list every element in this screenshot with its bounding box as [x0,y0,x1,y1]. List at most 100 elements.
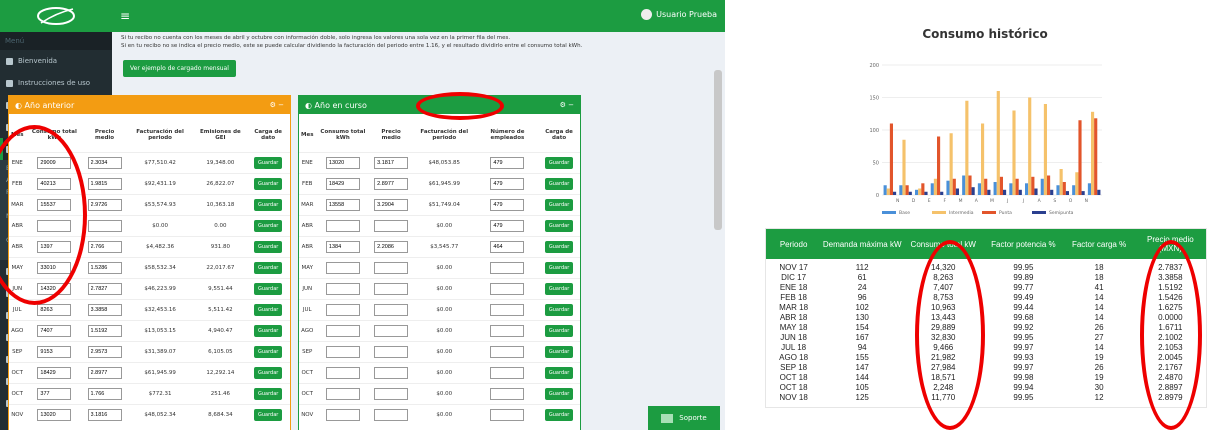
employees-input[interactable] [490,219,525,232]
price-input[interactable] [87,198,122,211]
consumption-input[interactable] [325,156,360,169]
consumption-input[interactable] [37,324,72,337]
panel-tools[interactable]: ⚙ − [270,101,284,109]
panel-tools[interactable]: ⚙ − [560,101,574,109]
price-input[interactable] [374,198,409,211]
employees-input[interactable] [490,177,525,190]
consumption-input[interactable] [325,198,360,211]
price-input[interactable] [87,345,122,358]
save-button[interactable]: Guardar [544,324,574,337]
save-button[interactable]: Guardar [253,366,283,379]
consumption-input[interactable] [37,303,72,316]
price-input[interactable] [374,303,409,316]
save-button[interactable]: Guardar [544,261,574,274]
save-button[interactable]: Guardar [253,282,283,295]
consumption-input[interactable] [37,408,72,421]
employees-input[interactable] [490,198,525,211]
consumption-input[interactable] [325,219,360,232]
consumption-input[interactable] [325,408,360,421]
price-input[interactable] [87,219,122,232]
price-input[interactable] [87,177,122,190]
consumption-input[interactable] [325,240,360,253]
sidebar-item[interactable]: Bienvenida [0,50,112,72]
table-cell: ENE 18 [779,283,808,292]
price-input[interactable] [374,261,409,274]
scrollbar[interactable] [714,70,722,230]
save-button[interactable]: Guardar [253,261,283,274]
y-tick-label: 150 [869,96,879,102]
price-input[interactable] [374,345,409,358]
leaf-logo-icon [37,7,75,25]
price-input[interactable] [87,261,122,274]
save-button[interactable]: Guardar [253,177,283,190]
user-menu[interactable]: Usuario Prueba [641,9,717,20]
consumption-input[interactable] [325,345,360,358]
employees-input[interactable] [490,240,525,253]
price-input[interactable] [374,177,409,190]
employees-input[interactable] [490,366,525,379]
support-button[interactable]: Soporte [648,406,720,430]
employees-input[interactable] [490,408,525,421]
bar [1091,111,1095,195]
price-input[interactable] [87,156,122,169]
consumption-input[interactable] [37,387,72,400]
save-button[interactable]: Guardar [253,345,283,358]
price-input[interactable] [87,366,122,379]
save-button[interactable]: Guardar [253,408,283,421]
bar [1040,178,1044,195]
save-button[interactable]: Guardar [544,198,574,211]
consumption-input[interactable] [325,282,360,295]
consumption-input[interactable] [325,324,360,337]
save-button[interactable]: Guardar [253,324,283,337]
save-button[interactable]: Guardar [544,156,574,169]
employees-input[interactable] [490,261,525,274]
price-input[interactable] [87,240,122,253]
consumption-input[interactable] [325,387,360,400]
employees-input[interactable] [490,345,525,358]
save-button[interactable]: Guardar [544,345,574,358]
price-input[interactable] [374,366,409,379]
price-input[interactable] [374,240,409,253]
price-input[interactable] [87,282,122,295]
save-button[interactable]: Guardar [544,408,574,421]
employees-input[interactable] [490,324,525,337]
consumption-input[interactable] [325,177,360,190]
employees-input[interactable] [490,156,525,169]
employees-input[interactable] [490,387,525,400]
save-button[interactable]: Guardar [544,177,574,190]
price-input[interactable] [374,387,409,400]
price-input[interactable] [374,219,409,232]
price-input[interactable] [374,408,409,421]
save-button[interactable]: Guardar [253,387,283,400]
save-button[interactable]: Guardar [253,240,283,253]
save-button[interactable]: Guardar [544,366,574,379]
price-input[interactable] [87,303,122,316]
price-input[interactable] [87,408,122,421]
save-button[interactable]: Guardar [544,387,574,400]
consumption-input[interactable] [325,303,360,316]
save-button[interactable]: Guardar [544,282,574,295]
sidebar-item[interactable]: Instrucciones de uso [0,72,112,94]
consumption-input[interactable] [37,366,72,379]
price-input[interactable] [374,324,409,337]
consumption-input[interactable] [325,261,360,274]
price-input[interactable] [87,324,122,337]
price-input[interactable] [87,387,122,400]
save-button[interactable]: Guardar [253,303,283,316]
employees-input[interactable] [490,303,525,316]
employees-input[interactable] [490,282,525,295]
price-input[interactable] [374,282,409,295]
save-button[interactable]: Guardar [544,240,574,253]
table-row: NOV 18 125 11,770 99.95 12 2.8979 [766,393,1206,403]
save-button[interactable]: Guardar [253,156,283,169]
hamburger-icon[interactable]: ≡ [120,9,130,23]
save-button[interactable]: Guardar [253,219,283,232]
consumption-input[interactable] [325,366,360,379]
price-input[interactable] [374,156,409,169]
example-button[interactable]: Ver ejemplo de cargado mensual [123,60,236,77]
consumption-input[interactable] [37,345,72,358]
save-button[interactable]: Guardar [544,303,574,316]
save-button[interactable]: Guardar [253,198,283,211]
logo[interactable] [0,0,112,32]
save-button[interactable]: Guardar [544,219,574,232]
